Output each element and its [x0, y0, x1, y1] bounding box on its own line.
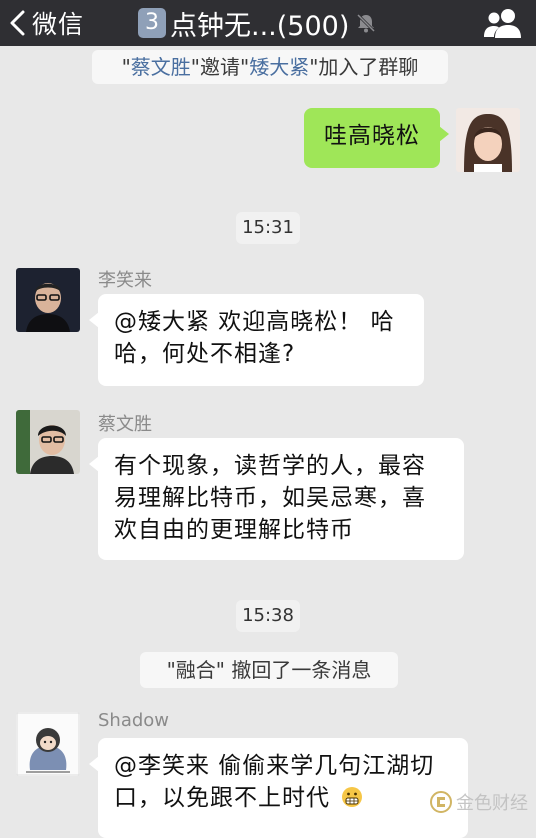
watermark-logo-icon	[430, 791, 452, 813]
timestamp: 15:38	[236, 600, 300, 632]
sender-name: 李笑来	[98, 270, 152, 291]
sender-name: Shadow	[98, 710, 170, 731]
chevron-left-icon	[10, 10, 25, 36]
back-button[interactable]: 微信	[8, 4, 84, 42]
message-text: @李笑来 偷偷来学几句江湖切口，以免跟不上时代	[114, 753, 435, 811]
chat-title-text: 点钟无...(500)	[170, 10, 350, 42]
my-message-text: 哇高晓松	[324, 123, 420, 149]
watermark: 金色财经	[430, 789, 528, 815]
system-join-notice: "蔡文胜"邀请"矮大紧"加入了群聊	[92, 50, 448, 84]
timestamp: 15:31	[236, 212, 300, 244]
avatar-cai-wensheng[interactable]	[16, 410, 80, 474]
sender-name: 蔡文胜	[98, 414, 152, 435]
message-bubble-cai-wensheng[interactable]: 有个现象，读哲学的人，最容易理解比特币，如吴忌寒，喜欢自由的更理解比特币	[89, 438, 464, 560]
message-bubble-li-xiaolai[interactable]: @矮大紧 欢迎高晓松！ 哈哈，何处不相逢?	[89, 294, 424, 386]
mute-bell-icon	[357, 13, 376, 33]
my-message-bubble[interactable]: 哇高晓松	[304, 108, 449, 168]
number-badge: 3	[138, 8, 166, 38]
recall-notice: "融合" 撤回了一条消息	[140, 652, 398, 688]
avatar-li-xiaolai[interactable]	[16, 268, 80, 332]
group-members-icon[interactable]	[482, 6, 524, 40]
watermark-text: 金色财经	[456, 793, 528, 814]
my-avatar[interactable]	[456, 108, 520, 172]
message-text: 有个现象，读哲学的人，最容易理解比特币，如吴忌寒，喜欢自由的更理解比特币	[114, 453, 426, 543]
message-text: @矮大紧 欢迎高晓松！ 哈哈，何处不相逢?	[114, 309, 395, 367]
chat-title: 3 点钟无...(500)	[138, 4, 377, 42]
avatar-shadow[interactable]	[16, 712, 80, 776]
inviter-link[interactable]: 蔡文胜	[131, 55, 191, 79]
back-label: 微信	[32, 10, 85, 39]
chat-area[interactable]: "蔡文胜"邀请"矮大紧"加入了群聊 哇高晓松 15:31 李笑来 @矮大紧 欢迎…	[0, 46, 536, 838]
message-bubble-shadow[interactable]: @李笑来 偷偷来学几句江湖切口，以免跟不上时代	[89, 738, 468, 838]
invitee-link[interactable]: 矮大紧	[249, 55, 309, 79]
navbar: 微信 3 点钟无...(500)	[0, 0, 536, 46]
grimace-emoji-icon	[342, 787, 363, 807]
